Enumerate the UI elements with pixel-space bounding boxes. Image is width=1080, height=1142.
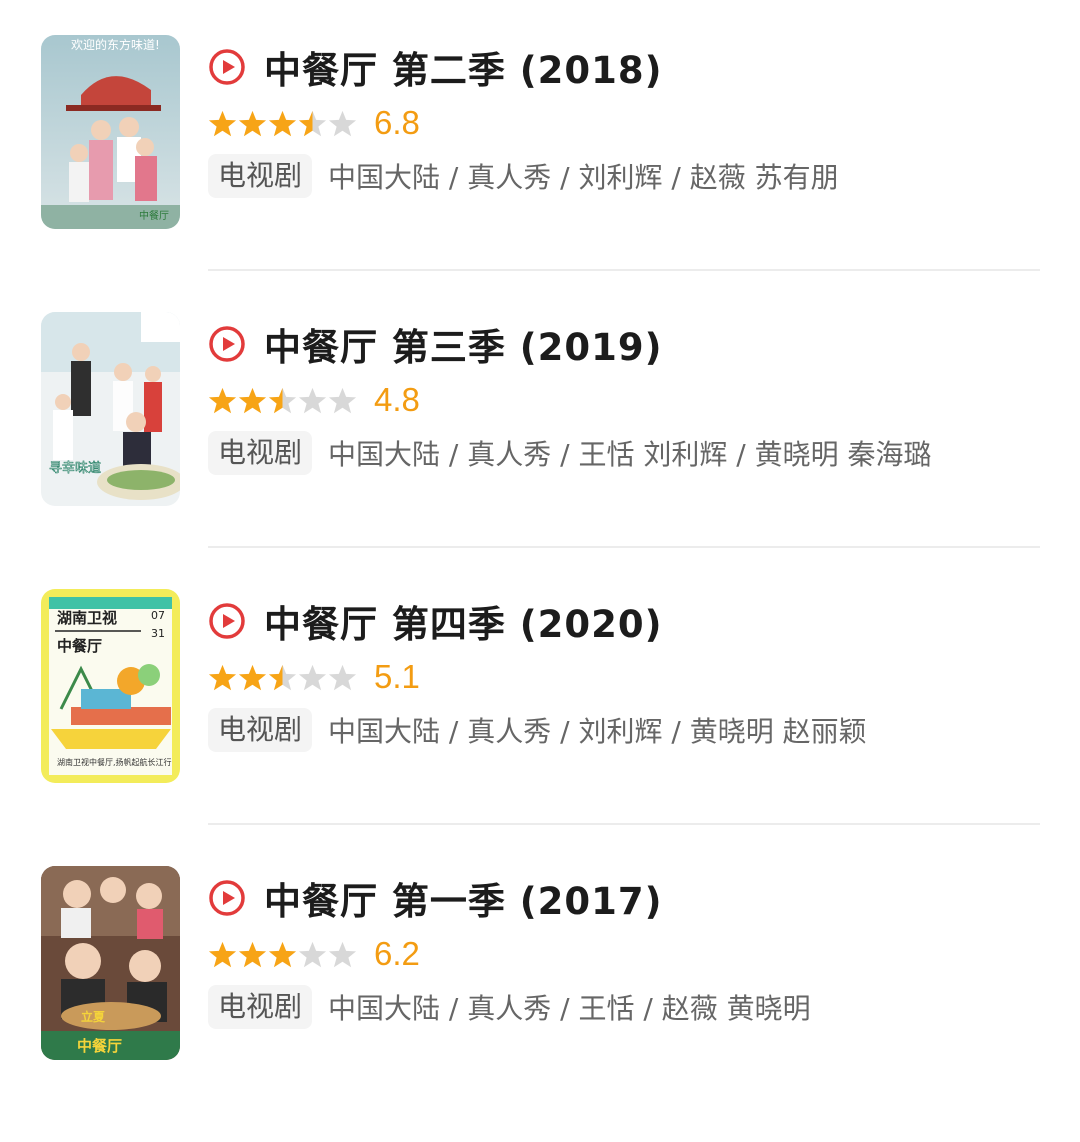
rating-score: 6.8	[374, 104, 420, 141]
star-empty-icon	[298, 664, 327, 690]
star-empty-icon	[328, 941, 357, 967]
svg-text:中餐厅: 中餐厅	[139, 209, 169, 222]
item-meta: 中国大陆 / 真人秀 / 王恬 刘利辉 / 黄晓明 秦海璐	[328, 438, 932, 471]
star-full-icon	[208, 387, 237, 413]
title-row: 中餐厅 第一季 (2017)	[208, 868, 663, 928]
poster-image[interactable]: 立夏 中餐厅	[41, 866, 180, 1060]
category-tag: 电视剧	[208, 431, 313, 475]
star-half-icon	[268, 664, 297, 690]
poster-art: 寻幸味道	[41, 312, 180, 506]
meta-row: 电视剧 中国大陆 / 真人秀 / 刘利辉 / 赵薇 苏有朋	[208, 153, 839, 199]
star-rating	[208, 663, 358, 692]
meta-row: 电视剧 中国大陆 / 真人秀 / 刘利辉 / 黄晓明 赵丽颖	[208, 707, 867, 753]
star-empty-icon	[328, 387, 357, 413]
item-title[interactable]: 中餐厅 第四季 (2020)	[264, 594, 663, 648]
star-full-icon	[208, 941, 237, 967]
title-row: 中餐厅 第三季 (2019)	[208, 314, 663, 374]
svg-text:欢迎的东方味道!: 欢迎的东方味道!	[71, 37, 160, 52]
star-full-icon	[238, 387, 267, 413]
star-empty-icon	[328, 664, 357, 690]
item-meta: 中国大陆 / 真人秀 / 刘利辉 / 黄晓明 赵丽颖	[328, 715, 867, 748]
rating-row: 4.8	[208, 378, 420, 422]
star-empty-icon	[328, 110, 357, 136]
poster-image[interactable]: 寻幸味道	[41, 312, 180, 506]
meta-row: 电视剧 中国大陆 / 真人秀 / 王恬 / 赵薇 黄晓明	[208, 984, 811, 1030]
title-row: 中餐厅 第四季 (2020)	[208, 591, 663, 651]
search-results-list: 欢迎的东方味道! 中餐厅 中餐厅 第二季 (2018) 6.8 电视剧 中国大陆…	[0, 0, 1080, 1087]
category-tag: 电视剧	[208, 154, 313, 198]
result-item[interactable]: 立夏 中餐厅 中餐厅 第一季 (2017) 6.2 电视剧 中国大陆 / 真人秀…	[0, 866, 1080, 1142]
star-full-icon	[268, 110, 297, 136]
play-icon	[208, 325, 246, 363]
item-title[interactable]: 中餐厅 第二季 (2018)	[264, 40, 663, 94]
rating-score: 5.1	[374, 658, 420, 695]
svg-text:立夏: 立夏	[81, 1009, 106, 1024]
poster-art: 欢迎的东方味道! 中餐厅	[41, 35, 180, 229]
svg-text:31: 31	[151, 627, 165, 640]
divider	[208, 823, 1040, 825]
star-full-icon	[268, 941, 297, 967]
rating-score: 6.2	[374, 935, 420, 972]
star-half-icon	[268, 387, 297, 413]
play-icon	[208, 48, 246, 86]
divider	[208, 546, 1040, 548]
rating-row: 6.2	[208, 932, 420, 976]
item-title[interactable]: 中餐厅 第一季 (2017)	[264, 871, 663, 925]
rating-score: 4.8	[374, 381, 420, 418]
star-rating	[208, 940, 358, 969]
rating-row: 6.8	[208, 101, 420, 145]
star-empty-icon	[298, 387, 327, 413]
star-rating	[208, 109, 358, 138]
star-full-icon	[208, 110, 237, 136]
star-full-icon	[208, 664, 237, 690]
rating-row: 5.1	[208, 655, 420, 699]
svg-text:中餐厅: 中餐厅	[77, 1037, 122, 1055]
poster-image[interactable]: 欢迎的东方味道! 中餐厅	[41, 35, 180, 229]
item-title[interactable]: 中餐厅 第三季 (2019)	[264, 317, 663, 371]
poster-art: 立夏 中餐厅	[41, 866, 180, 1060]
star-rating	[208, 386, 358, 415]
title-row: 中餐厅 第二季 (2018)	[208, 37, 663, 97]
star-half-icon	[298, 110, 327, 136]
svg-text:中餐厅: 中餐厅	[57, 637, 102, 655]
category-tag: 电视剧	[208, 708, 313, 752]
svg-text:07: 07	[151, 609, 165, 622]
divider	[208, 269, 1040, 271]
meta-row: 电视剧 中国大陆 / 真人秀 / 王恬 刘利辉 / 黄晓明 秦海璐	[208, 430, 932, 476]
star-full-icon	[238, 664, 267, 690]
category-tag: 电视剧	[208, 985, 313, 1029]
item-meta: 中国大陆 / 真人秀 / 王恬 / 赵薇 黄晓明	[328, 992, 811, 1025]
poster-art: 湖南卫视 中餐厅 07 31 湖南卫视中餐厅,扬帆起航长江行	[41, 589, 180, 783]
svg-text:寻幸味道: 寻幸味道	[49, 461, 101, 476]
star-full-icon	[238, 110, 267, 136]
svg-text:湖南卫视中餐厅,扬帆起航长江行: 湖南卫视中餐厅,扬帆起航长江行	[57, 757, 172, 767]
play-icon	[208, 602, 246, 640]
item-meta: 中国大陆 / 真人秀 / 刘利辉 / 赵薇 苏有朋	[328, 161, 839, 194]
star-empty-icon	[298, 941, 327, 967]
poster-image[interactable]: 湖南卫视 中餐厅 07 31 湖南卫视中餐厅,扬帆起航长江行	[41, 589, 180, 783]
svg-text:湖南卫视: 湖南卫视	[57, 609, 117, 627]
star-full-icon	[238, 941, 267, 967]
play-icon	[208, 879, 246, 917]
